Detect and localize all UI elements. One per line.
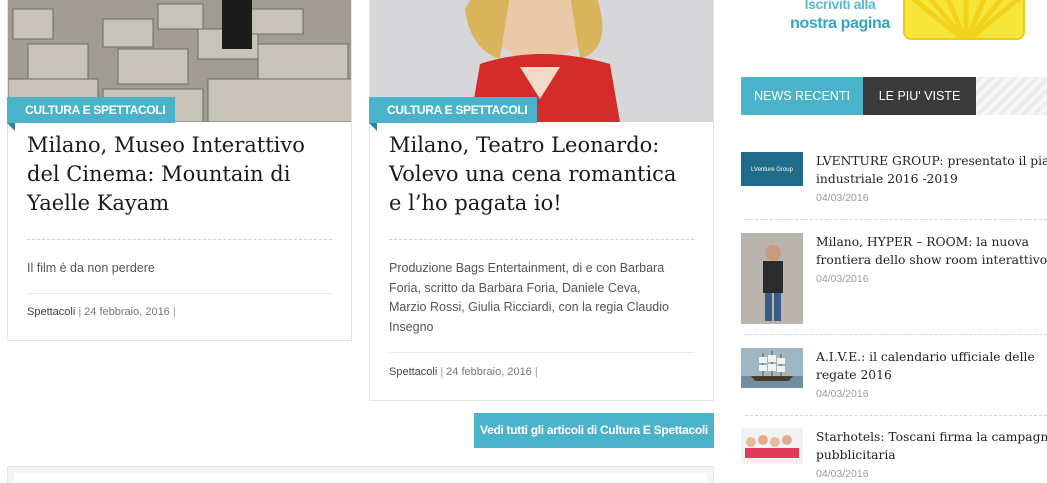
news-title-line: Milano, HYPER – ROOM: la nuova [816,235,1030,249]
page: CULTURA E SPETTACOLI Milano, Museo Inter… [0,0,1047,483]
excerpt-line: Foria, scritto da Barbara Foria, Daniele… [389,280,641,295]
excerpt-line: Insegno [389,319,434,334]
tab-news-recenti[interactable]: NEWS RECENTI [741,77,863,115]
like-banner[interactable] [903,0,1025,40]
section-link[interactable]: Spettacoli [389,366,437,378]
subscribe-line: nostra pagina [790,15,890,32]
news-logo-text: LVenture Group [751,167,794,173]
meta-separator: | [534,366,538,378]
article-title[interactable]: Milano, Museo Interattivo del Cinema: Mo… [27,131,339,218]
excerpt-line: Produzione Bags Entertainment, di e con … [389,261,665,275]
divider [389,239,694,240]
category-label: CULTURA E SPETTACOLI [25,103,166,117]
title-line: Milano, Teatro Leonardo: [389,133,660,157]
category-tag[interactable]: CULTURA E SPETTACOLI [369,97,538,131]
section-link[interactable]: Spettacoli [27,306,75,318]
article-card: CULTURA E SPETTACOLI Milano, Museo Inter… [7,0,352,341]
title-line: Yaelle Kayam [27,191,170,215]
news-title-line: A.I.V.E.: il calendario ufficiale delle [816,350,1035,364]
meta-separator: | [440,366,444,378]
excerpt-line: Marzio Rossi, Giulia Ricciardi, con la r… [389,300,669,314]
next-section-box [7,466,714,483]
news-title[interactable]: Milano, HYPER – ROOM: la nuova frontiera… [816,233,1047,269]
news-title-line: pubblicitaria [816,448,896,462]
divider [745,415,1047,416]
title-line: del Cinema: Mountain di [27,162,291,186]
news-title[interactable]: Starhotels: Toscani firma la campagna pu… [816,428,1047,464]
news-title-line: industriale 2016 -2019 [816,172,958,186]
subscribe-link[interactable]: Iscriviti alla nostra pagina [780,0,900,34]
news-item[interactable]: A.I.V.E.: il calendario ufficiale delle … [741,348,1047,408]
news-item[interactable]: LVenture Group LVENTURE GROUP: presentat… [741,152,1047,212]
news-date: 04/03/2016 [816,468,869,480]
article-title[interactable]: Milano, Teatro Leonardo: Volevo una cena… [389,131,701,218]
news-title-line: frontiera dello show room interattivo [816,253,1047,267]
news-title-line: regate 2016 [816,368,892,382]
article-date: 24 febbraio, 2016 [84,306,170,318]
divider [389,352,694,353]
meta-separator: | [172,306,176,318]
news-item[interactable]: Milano, HYPER – ROOM: la nuova frontiera… [741,233,1047,325]
meta-separator: | [78,306,82,318]
article-excerpt: Produzione Bags Entertainment, di e con … [389,259,694,337]
news-date: 04/03/2016 [816,388,869,400]
news-thumbnail[interactable] [741,348,803,388]
category-label: CULTURA E SPETTACOLI [387,103,528,117]
title-line: Milano, Museo Interattivo [27,133,305,157]
article-meta: Spettacoli | 24 febbraio, 2016 | [389,366,541,378]
category-tag[interactable]: CULTURA E SPETTACOLI [7,97,176,131]
news-title-line: Starhotels: Toscani firma la campagna [816,430,1047,444]
news-thumbnail[interactable] [741,428,803,464]
article-card: CULTURA E SPETTACOLI Milano, Teatro Leon… [369,0,714,401]
subscribe-line: Iscriviti alla [804,0,876,12]
divider [27,239,332,240]
article-date: 24 febbraio, 2016 [446,366,532,378]
divider [745,219,1047,220]
article-excerpt: Il film è da non perdere [27,259,332,279]
excerpt-line: Il film è da non perdere [27,261,155,275]
news-title[interactable]: A.I.V.E.: il calendario ufficiale delle … [816,348,1047,384]
divider [745,334,1047,335]
tab-piu-viste[interactable]: LE PIU' VISTE [863,77,976,115]
news-date: 04/03/2016 [816,192,869,204]
title-line: e l’ho pagata io! [389,191,562,215]
news-item[interactable]: Starhotels: Toscani firma la campagna pu… [741,428,1047,483]
sidebar-tabs: NEWS RECENTI LE PIU' VISTE [741,77,1047,115]
news-date: 04/03/2016 [816,273,869,285]
more-articles-button[interactable]: Vedi tutti gli articoli di Cultura E Spe… [474,413,714,448]
title-line: Volevo una cena romantica [389,162,677,186]
divider [27,293,332,294]
news-thumbnail[interactable]: LVenture Group [741,152,803,186]
news-title-line: LVENTURE GROUP: presentato il piano [816,154,1047,168]
news-thumbnail[interactable] [741,233,803,324]
article-meta: Spettacoli | 24 febbraio, 2016 | [27,306,179,318]
news-title[interactable]: LVENTURE GROUP: presentato il piano indu… [816,152,1047,188]
